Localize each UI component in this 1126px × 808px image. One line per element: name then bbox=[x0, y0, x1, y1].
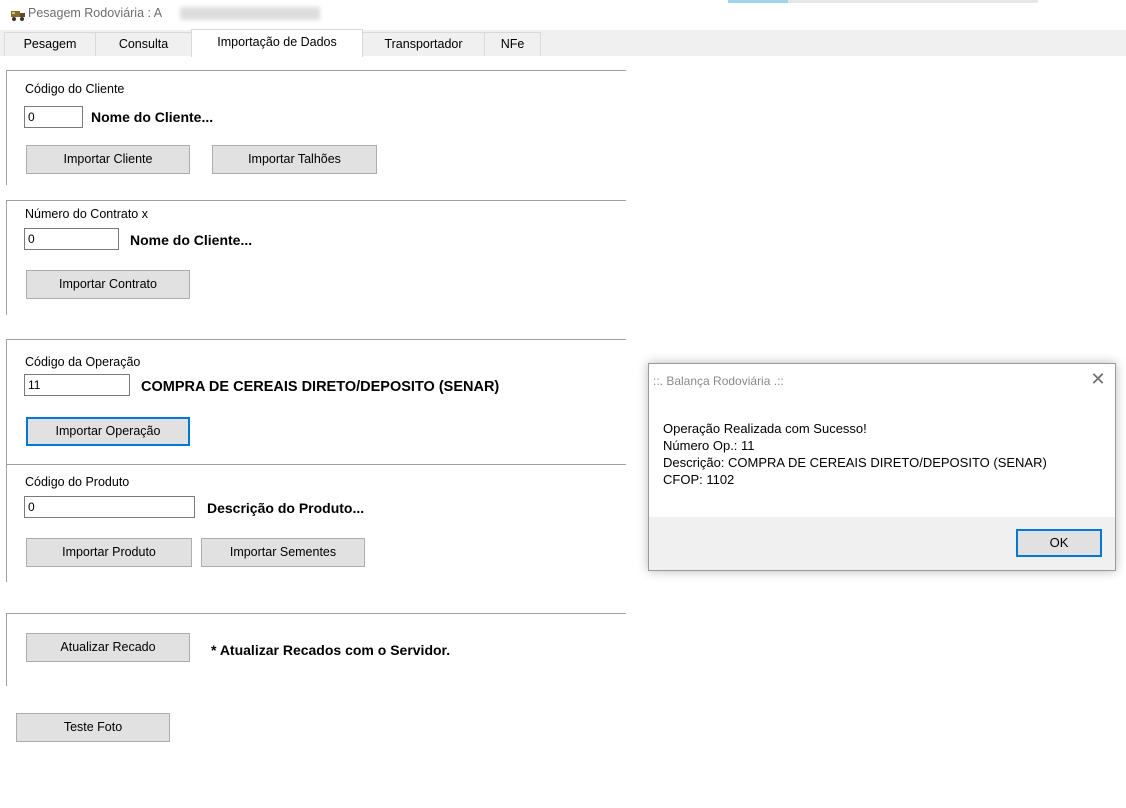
codigo-operacao-input[interactable] bbox=[24, 374, 130, 396]
importar-contrato-button[interactable]: Importar Contrato bbox=[26, 270, 190, 299]
group-recado-left-border bbox=[6, 613, 7, 686]
group-produto-left-border bbox=[6, 464, 7, 582]
importar-talhoes-button[interactable]: Importar Talhões bbox=[212, 145, 377, 174]
group-produto-border bbox=[6, 464, 626, 465]
codigo-produto-input[interactable] bbox=[24, 496, 195, 518]
atualizar-recado-note: * Atualizar Recados com o Servidor. bbox=[211, 642, 451, 658]
importar-sementes-button[interactable]: Importar Sementes bbox=[201, 538, 365, 567]
numero-contrato-label: Número do Contrato x bbox=[25, 207, 148, 221]
tab-transportador[interactable]: Transportador bbox=[362, 32, 485, 56]
truck-scale-icon bbox=[10, 8, 26, 22]
group-recado-border bbox=[6, 613, 626, 614]
dialog-line-numero: Número Op.: 11 bbox=[663, 438, 755, 453]
codigo-operacao-label: Código da Operação bbox=[25, 355, 141, 369]
group-operacao-border bbox=[6, 339, 626, 340]
title-bar bbox=[0, 0, 1126, 30]
codigo-cliente-input[interactable] bbox=[24, 106, 83, 128]
importar-cliente-button[interactable]: Importar Cliente bbox=[26, 145, 190, 174]
importar-operacao-button[interactable]: Importar Operação bbox=[26, 417, 190, 446]
ok-button[interactable]: OK bbox=[1016, 529, 1102, 557]
dialog-line-descricao: Descrição: COMPRA DE CEREAIS DIRETO/DEPO… bbox=[663, 455, 1047, 470]
group-cliente-left-border bbox=[6, 70, 7, 185]
group-cliente-border bbox=[6, 70, 626, 71]
teste-foto-button[interactable]: Teste Foto bbox=[16, 713, 170, 742]
dialog-message: Operação Realizada com Sucesso! Número O… bbox=[663, 420, 1047, 488]
group-operacao-left-border bbox=[6, 339, 7, 464]
contrato-nome-cliente-text: Nome do Cliente... bbox=[130, 232, 253, 248]
nome-cliente-text: Nome do Cliente... bbox=[91, 109, 214, 125]
group-contrato-border bbox=[6, 200, 626, 201]
tab-consulta[interactable]: Consulta bbox=[95, 32, 192, 56]
tab-pesagem[interactable]: Pesagem bbox=[4, 32, 96, 56]
dialog-line-success: Operação Realizada com Sucesso! bbox=[663, 421, 867, 436]
numero-contrato-input[interactable] bbox=[24, 228, 119, 250]
codigo-cliente-label: Código do Cliente bbox=[25, 82, 125, 96]
message-dialog: ::. Balança Rodoviária .:: ✕ Operação Re… bbox=[648, 363, 1116, 571]
tab-nfe[interactable]: NFe bbox=[484, 32, 541, 56]
title-progress-strip bbox=[728, 0, 1038, 3]
atualizar-recado-button[interactable]: Atualizar Recado bbox=[26, 633, 190, 662]
close-icon[interactable]: ✕ bbox=[1087, 369, 1109, 389]
operacao-descricao-text: COMPRA DE CEREAIS DIRETO/DEPOSITO (SENAR… bbox=[141, 379, 500, 395]
importar-produto-button[interactable]: Importar Produto bbox=[26, 538, 192, 567]
tab-importacao-de-dados[interactable]: Importação de Dados bbox=[191, 29, 363, 57]
window-title: Pesagem Rodoviária : A bbox=[28, 6, 163, 20]
dialog-title: ::. Balança Rodoviária .:: bbox=[653, 374, 784, 388]
codigo-produto-label: Código do Produto bbox=[25, 475, 130, 489]
redacted-title-part bbox=[180, 7, 320, 20]
dialog-line-cfop: CFOP: 1102 bbox=[663, 472, 735, 487]
produto-descricao-text: Descrição do Produto... bbox=[207, 500, 365, 516]
group-contrato-left-border bbox=[6, 200, 7, 315]
